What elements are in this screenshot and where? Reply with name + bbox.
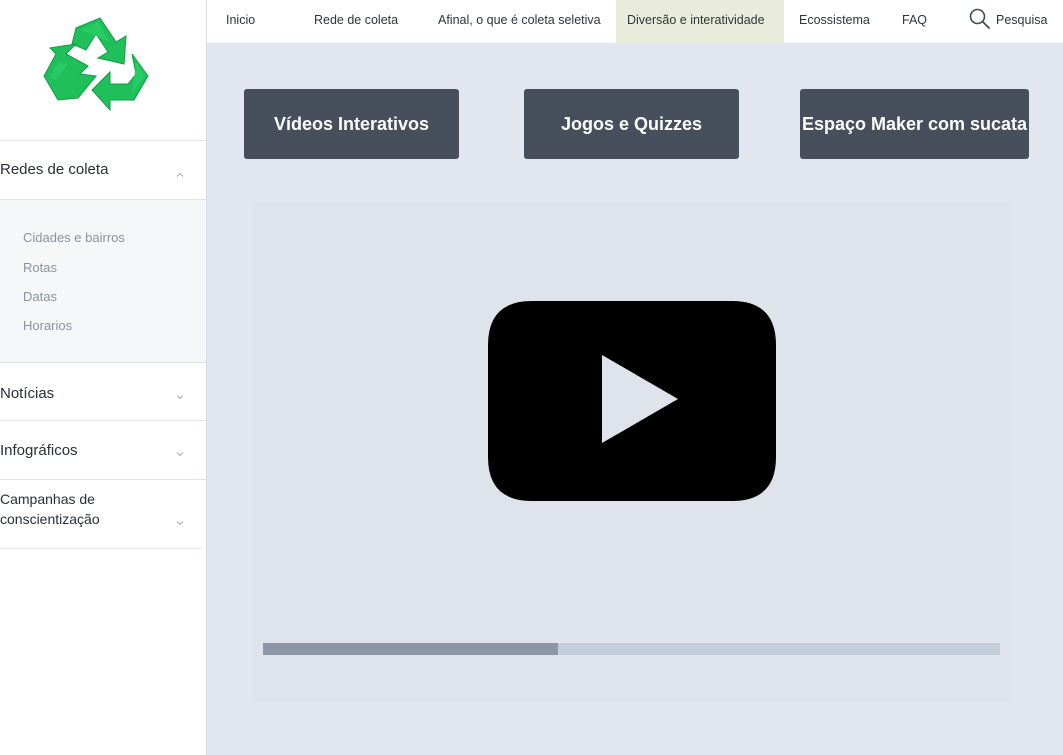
submenu-item-cidades-e-bairros[interactable]: Cidades e bairros xyxy=(23,230,125,246)
sidebar-section-label: Infográficos xyxy=(0,442,78,459)
sidebar-section-campanhas[interactable]: Campanhas de conscientização xyxy=(0,490,206,530)
sidebar-section-label-line1: Campanhas de xyxy=(0,491,95,507)
sidebar-section-noticias[interactable]: Notícias xyxy=(0,384,206,404)
chevron-up-icon xyxy=(176,166,184,177)
recycle-logo[interactable] xyxy=(36,14,156,124)
submenu-item-datas[interactable]: Datas xyxy=(23,289,57,305)
nav-item-ecossistema[interactable]: Ecossistema xyxy=(799,0,870,43)
chevron-down-icon xyxy=(176,514,184,526)
nav-item-rede-de-coleta[interactable]: Rede de coleta xyxy=(314,0,398,43)
youtube-play-icon[interactable] xyxy=(486,299,778,503)
sidebar-section-label-line2: conscientização xyxy=(0,511,100,527)
sidebar-section-label: Notícias xyxy=(0,385,55,402)
search-icon[interactable] xyxy=(968,7,992,31)
divider xyxy=(0,548,203,549)
submenu-redes-de-coleta: Cidades e bairros Rotas Datas Horarios xyxy=(0,200,206,362)
chevron-down-icon xyxy=(176,388,184,400)
video-player[interactable] xyxy=(253,202,1010,702)
jogos-e-quizzes-button[interactable]: Jogos e Quizzes xyxy=(524,89,739,159)
espaco-maker-button[interactable]: Espaço Maker com sucata xyxy=(800,89,1029,159)
divider xyxy=(0,362,206,363)
search-link[interactable]: Pesquisa xyxy=(996,0,1047,43)
chevron-down-icon xyxy=(176,445,184,457)
nav-item-diversao[interactable]: Diversão e interatividade xyxy=(616,0,784,43)
sidebar-section-redes-de-coleta[interactable]: Redes de coleta xyxy=(0,160,206,180)
sidebar-section-label: Redes de coleta xyxy=(0,161,109,178)
divider xyxy=(0,140,206,141)
recycle-icon xyxy=(43,17,149,112)
submenu-item-rotas[interactable]: Rotas xyxy=(23,260,57,276)
video-progress-bar[interactable] xyxy=(263,643,1000,655)
sidebar-section-infograficos[interactable]: Infográficos xyxy=(0,441,206,461)
submenu-item-horarios[interactable]: Horarios xyxy=(23,318,72,334)
divider xyxy=(0,479,206,480)
divider xyxy=(0,420,206,421)
video-progress-fill xyxy=(263,643,558,655)
videos-interativos-button[interactable]: Vídeos Interativos xyxy=(244,89,459,159)
nav-item-faq[interactable]: FAQ xyxy=(902,0,927,43)
nav-item-inicio[interactable]: Inicio xyxy=(226,0,255,43)
sidebar: Redes de coleta Cidades e bairros Rotas … xyxy=(0,0,207,755)
top-navigation: Inicio Rede de coleta Afinal, o que é co… xyxy=(207,0,1063,43)
nav-item-coleta-seletiva[interactable]: Afinal, o que é coleta seletiva xyxy=(438,0,601,43)
